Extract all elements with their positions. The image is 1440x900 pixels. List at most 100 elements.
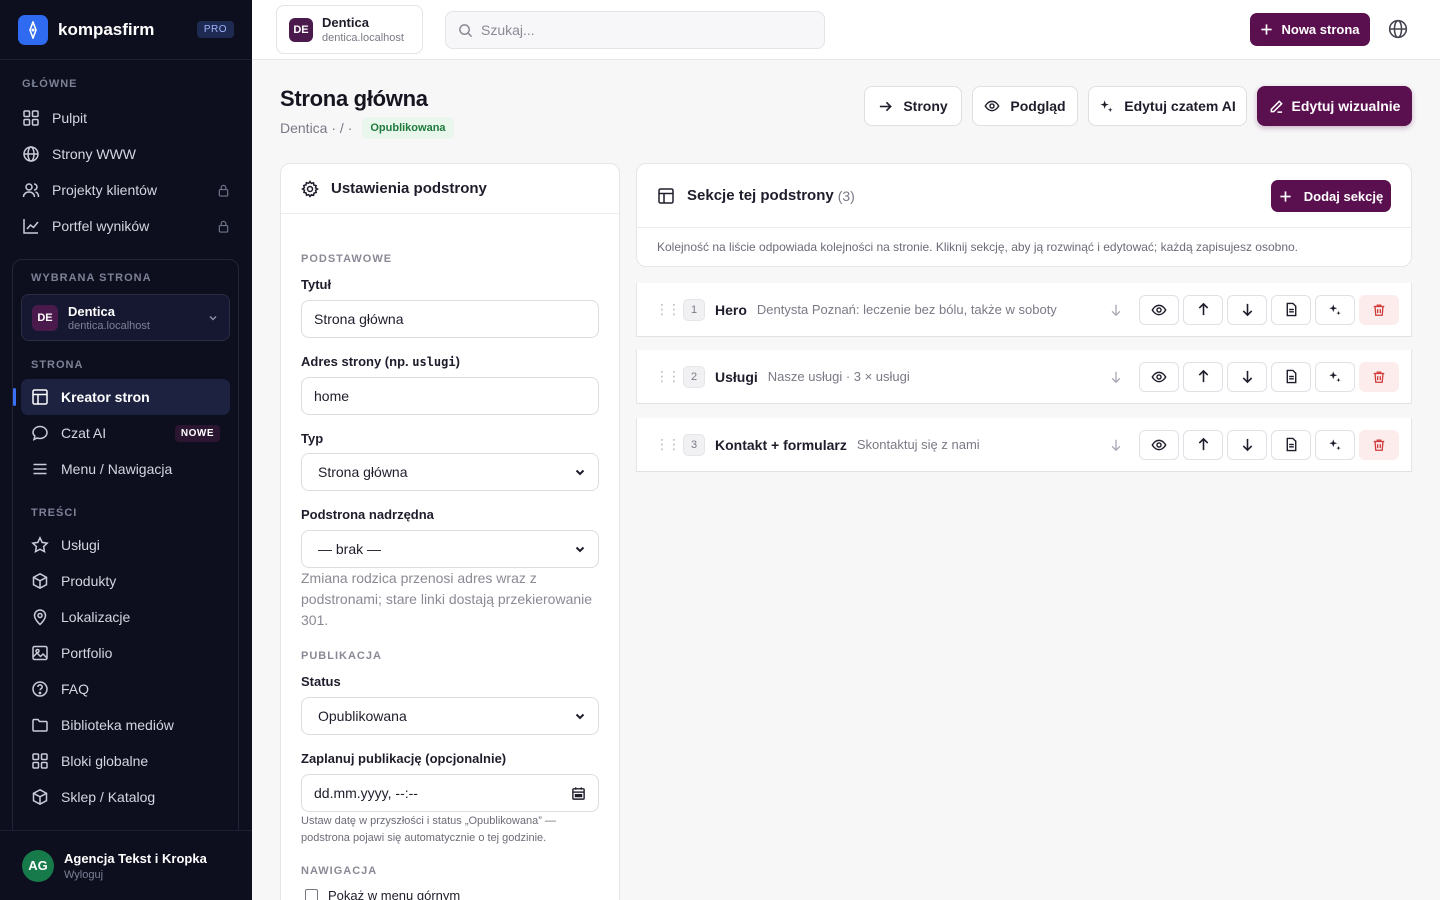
show-in-menu-label[interactable]: Pokaż w menu górnym: [328, 888, 460, 900]
status-value: Opublikowana: [318, 708, 407, 724]
sidebar-item-media-library[interactable]: Biblioteka mediów: [21, 707, 230, 743]
new-page-button[interactable]: Nowa strona: [1250, 13, 1370, 46]
settings-title: Ustawienia podstrony: [331, 180, 487, 197]
type-select[interactable]: Strona główna: [301, 453, 599, 491]
arrow-down-icon: [1111, 371, 1121, 383]
status-select[interactable]: Opublikowana: [301, 697, 599, 735]
drag-handle-icon[interactable]: ⋮⋮: [655, 368, 681, 385]
sidebar-item-products[interactable]: Produkty: [21, 563, 230, 599]
help-icon: [32, 681, 48, 697]
sidebar-item-menu-navigation[interactable]: Menu / Nawigacja: [21, 451, 230, 487]
preview-button[interactable]: Podgląd: [972, 86, 1078, 126]
search-input[interactable]: [481, 22, 801, 38]
layout-icon: [32, 389, 48, 405]
grid-icon: [23, 110, 39, 126]
toggle-visibility-button[interactable]: [1139, 294, 1179, 325]
visual-edit-button[interactable]: Edytuj wizualnie: [1257, 86, 1412, 126]
sidebar-item-services[interactable]: Usługi: [21, 527, 230, 563]
sidebar-item-label: Kreator stron: [61, 389, 150, 405]
title-input[interactable]: Strona główna: [301, 300, 599, 338]
breadcrumb: Dentica · / · Opublikowana: [280, 117, 454, 139]
section-row[interactable]: ⋮⋮ 1 Hero Dentysta Poznań: leczenie bez …: [636, 283, 1412, 337]
drag-handle-icon[interactable]: ⋮⋮: [655, 436, 681, 453]
toggle-visibility-button[interactable]: [1139, 429, 1179, 460]
section-row[interactable]: ⋮⋮ 2 Usługi Nasze usługi · 3 × usługi: [636, 350, 1412, 404]
blocks-icon: [32, 753, 48, 769]
sidebar-item-portfolio[interactable]: Portfolio: [21, 635, 230, 671]
search-icon: [459, 23, 473, 37]
search-box[interactable]: [445, 11, 825, 49]
sidebar-item-label: Pulpit: [52, 110, 88, 126]
toggle-visibility-button[interactable]: [1139, 361, 1179, 392]
ai-edit-button[interactable]: Edytuj czatem AI: [1088, 86, 1247, 126]
section-toolbar: [1109, 429, 1399, 460]
compass-logo-icon[interactable]: [18, 14, 48, 45]
pages-button[interactable]: Strony: [864, 86, 962, 126]
add-section-button[interactable]: Dodaj sekcję: [1271, 180, 1391, 212]
section-label-page: STRONA: [31, 359, 84, 371]
plus-icon: [1280, 190, 1291, 202]
ai-edit-label: Edytuj czatem AI: [1124, 98, 1236, 114]
sidebar-item-label: FAQ: [61, 681, 90, 697]
sidebar-item-label: Menu / Nawigacja: [61, 461, 173, 477]
parent-select[interactable]: — brak —: [301, 530, 599, 568]
star-icon: [31, 536, 49, 553]
gear-icon: [301, 179, 319, 198]
ai-edit-section-button[interactable]: [1315, 294, 1355, 325]
move-down-button[interactable]: [1227, 294, 1267, 325]
move-up-button[interactable]: [1183, 429, 1223, 460]
sidebar-item-label: Sklep / Katalog: [61, 789, 156, 805]
sidebar-item-results-portfolio[interactable]: Portfel wyników: [12, 208, 240, 244]
brand-name[interactable]: kompasfirm: [58, 20, 197, 40]
sparkle-icon: [1329, 438, 1341, 450]
delete-section-button[interactable]: [1359, 361, 1399, 392]
sidebar-item-websites[interactable]: Strony WWW: [12, 136, 240, 172]
drag-handle-icon[interactable]: ⋮⋮: [655, 301, 681, 318]
site-domain: dentica.localhost: [68, 319, 150, 332]
sidebar-item-dashboard[interactable]: Pulpit: [12, 100, 240, 136]
section-row[interactable]: ⋮⋮ 3 Kontakt + formularz Skontaktuj się …: [636, 418, 1412, 472]
sidebar-item-label: Lokalizacje: [61, 609, 131, 625]
calendar-icon[interactable]: [571, 786, 586, 801]
delete-section-button[interactable]: [1359, 429, 1399, 460]
sidebar-item-client-projects[interactable]: Projekty klientów: [12, 172, 240, 208]
title-value: Strona główna: [314, 311, 404, 327]
site-domain: dentica.localhost: [322, 32, 404, 44]
move-down-button[interactable]: [1227, 429, 1267, 460]
language-globe-icon[interactable]: [1388, 19, 1408, 39]
sidebar-item-page-builder[interactable]: Kreator stron: [13, 379, 230, 415]
breadcrumb-text[interactable]: Dentica · / ·: [280, 120, 352, 136]
slug-input[interactable]: home: [301, 377, 599, 415]
sidebar-item-shop-catalog[interactable]: Sklep / Katalog: [21, 779, 230, 815]
move-up-button[interactable]: [1183, 294, 1223, 325]
logout-link[interactable]: Wyloguj: [64, 869, 207, 881]
site-chip[interactable]: DE Dentica dentica.localhost: [276, 5, 423, 54]
ai-edit-section-button[interactable]: [1315, 361, 1355, 392]
sidebar-item-label: Usługi: [61, 537, 100, 553]
duplicate-button[interactable]: [1271, 361, 1311, 392]
avatar[interactable]: AG: [22, 849, 54, 882]
move-down-button[interactable]: [1227, 361, 1267, 392]
chart-icon: [23, 219, 39, 234]
chat-icon: [32, 425, 48, 441]
duplicate-button[interactable]: [1271, 429, 1311, 460]
site-selector[interactable]: DE Dentica dentica.localhost: [21, 294, 230, 341]
ai-edit-section-button[interactable]: [1315, 429, 1355, 460]
section-number: 3: [683, 433, 705, 456]
schedule-datetime-input[interactable]: dd.mm.yyyy, --:--: [301, 774, 599, 812]
section-number: 1: [683, 298, 705, 321]
sidebar-item-ai-chat[interactable]: Czat AI NOWE: [21, 415, 230, 451]
move-up-button[interactable]: [1183, 361, 1223, 392]
globe-icon: [23, 146, 39, 162]
duplicate-button[interactable]: [1271, 294, 1311, 325]
pro-badge: PRO: [196, 21, 234, 38]
delete-section-button[interactable]: [1359, 294, 1399, 325]
user-name: Agencja Tekst i Kropka: [64, 850, 207, 866]
sidebar-item-global-blocks[interactable]: Bloki globalne: [21, 743, 230, 779]
arrow-down-icon: [1242, 438, 1252, 452]
chevron-down-icon: [575, 469, 585, 476]
trash-icon: [1373, 371, 1385, 383]
sidebar-item-locations[interactable]: Lokalizacje: [21, 599, 230, 635]
sidebar-item-faq[interactable]: FAQ: [21, 671, 230, 707]
show-in-menu-checkbox[interactable]: [305, 889, 318, 900]
